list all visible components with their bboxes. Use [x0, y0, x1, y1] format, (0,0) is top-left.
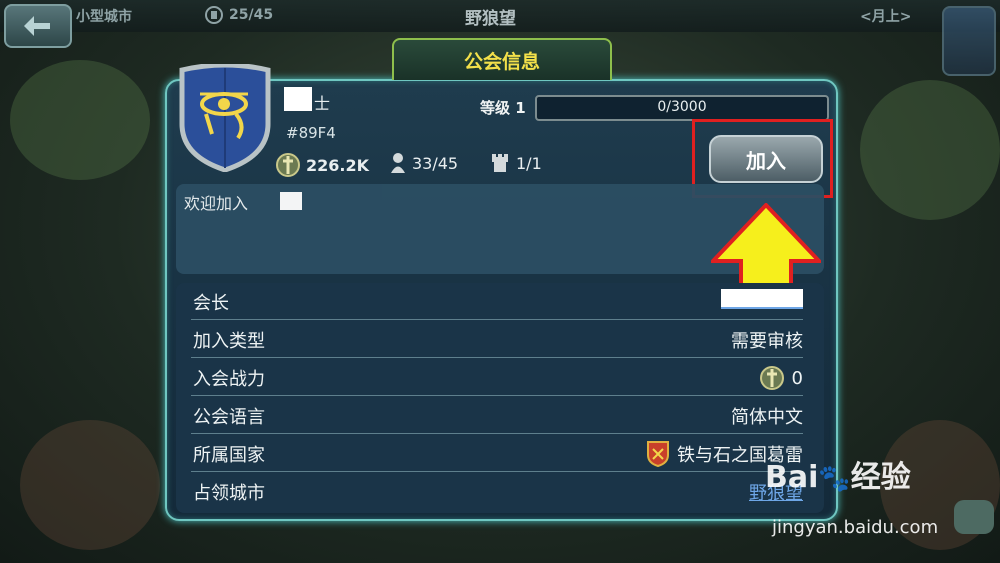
member-stat: 33/45: [390, 152, 458, 174]
map-tile: [20, 420, 160, 550]
row-value: 需要审核: [731, 331, 803, 352]
guild-name: 士: [314, 94, 331, 113]
city-type-label: 小型城市: [76, 9, 132, 25]
watermark-url: jingyan.baidu.com: [772, 517, 939, 538]
guild-details-panel: 会长 加入类型 需要审核 入会战力 0 公会语言 简体中文 所属国家 铁与石之国…: [176, 283, 824, 513]
member-icon: [391, 153, 405, 173]
dialog-title: 公会信息: [463, 50, 540, 73]
row-leader: 会长: [191, 283, 803, 320]
member-value: 33/45: [412, 153, 459, 173]
tower-icon: [492, 154, 508, 172]
row-label: 公会语言: [193, 407, 265, 428]
tower-value: 1/1: [516, 153, 542, 173]
castle-count-value: 25/45: [229, 7, 274, 23]
row-label: 入会战力: [193, 369, 265, 390]
power-sword-icon: [759, 366, 784, 390]
row-join-power: 入会战力 0: [191, 359, 803, 396]
row-label: 加入类型: [193, 331, 265, 352]
row-label: 占领城市: [193, 483, 265, 504]
server-label: <月上>: [860, 9, 912, 25]
leader-value[interactable]: [721, 289, 803, 309]
chat-icon[interactable]: [954, 500, 994, 534]
watermark-brand: Bai: [765, 460, 819, 495]
location-title: 野狼望: [465, 9, 516, 29]
paw-icon: 🐾: [818, 464, 851, 494]
join-power-value: 0: [791, 367, 803, 389]
tower-stat: 1/1: [490, 152, 542, 174]
join-button[interactable]: 加入: [709, 135, 823, 183]
row-value: 简体中文: [731, 407, 803, 428]
row-label: 会长: [193, 293, 229, 314]
row-language: 公会语言 简体中文: [191, 397, 803, 434]
row-country: 所属国家 铁与石之国葛雷: [191, 435, 803, 472]
back-arrow-icon: [24, 16, 50, 36]
power-sword-icon: [276, 153, 300, 177]
level-progress-text: 0/3000: [657, 99, 707, 115]
row-value: 0: [759, 365, 803, 391]
welcome-text: 欢迎加入: [184, 194, 249, 213]
corner-badge[interactable]: [942, 6, 996, 76]
guild-tag: #89F4: [286, 124, 336, 142]
map-tile: [860, 80, 1000, 220]
eye-of-horus-crest: [179, 64, 271, 172]
welcome-redacted: [280, 192, 302, 210]
dialog-title-tab: 公会信息: [392, 38, 612, 80]
castle-count-icon: [205, 6, 223, 24]
level-progress-bar: 0/3000: [535, 95, 829, 121]
guild-name-redacted: [284, 87, 312, 111]
level-label: 等级 1: [480, 99, 526, 117]
leader-name-redacted[interactable]: [721, 289, 803, 309]
power-value: 226.2K: [306, 155, 370, 175]
castle-count: 25/45: [205, 6, 273, 24]
map-tile: [10, 60, 150, 180]
row-label: 所属国家: [193, 445, 265, 466]
baidu-watermark: Bai🐾经验: [765, 452, 911, 496]
back-button[interactable]: [4, 4, 72, 48]
row-city: 占领城市 野狼望: [191, 473, 803, 509]
country-flag-icon: [647, 441, 669, 467]
power-stat: 226.2K: [276, 152, 369, 178]
watermark-brand2: 经验: [850, 460, 911, 495]
row-join-type: 加入类型 需要审核: [191, 321, 803, 358]
